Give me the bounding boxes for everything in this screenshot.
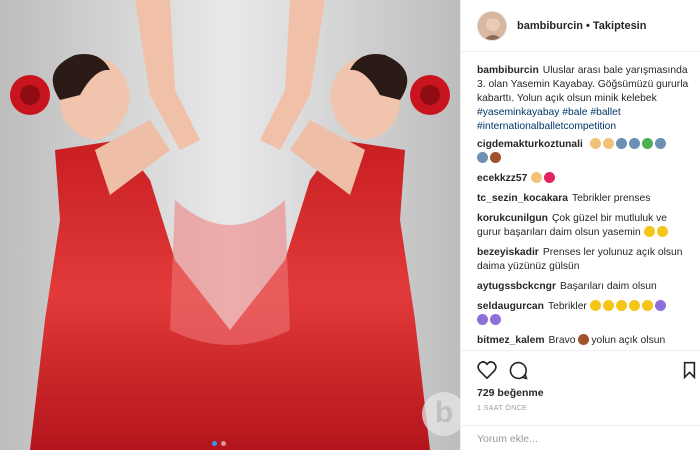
bookmark-icon[interactable] bbox=[683, 361, 696, 379]
comment: korukcunilgun Çok güzel bir mutluluk ve g… bbox=[477, 212, 690, 240]
post-header: bambiburcin • Takiptesin bbox=[461, 0, 700, 52]
emoji-icon bbox=[490, 152, 501, 163]
header-user: bambiburcin • Takiptesin bbox=[517, 20, 646, 32]
carousel-dot[interactable] bbox=[212, 441, 217, 446]
post-panel: bambiburcin • Takiptesin bambiburcin Ulusla… bbox=[460, 0, 700, 450]
emoji-icon bbox=[589, 300, 601, 311]
emoji-icon bbox=[615, 138, 627, 149]
emoji-icon bbox=[654, 300, 666, 311]
caption: bambiburcin Uluslar arası bale yarışmasın… bbox=[477, 64, 690, 134]
caption-username[interactable]: bambiburcin bbox=[477, 65, 539, 76]
add-comment-input[interactable]: Yorum ekle... bbox=[461, 425, 700, 450]
comment-text: Başarıları daim olsun bbox=[559, 281, 657, 292]
comment-icon[interactable] bbox=[509, 361, 528, 380]
likes-count[interactable]: 729 beğenme bbox=[477, 387, 544, 399]
comment: bitmez_kalem Bravo yolun açık olsun bbox=[477, 334, 690, 348]
comment-username[interactable]: ecekkzz57 bbox=[477, 173, 527, 184]
comment-username[interactable]: aytugssbckcngr bbox=[477, 281, 556, 292]
emoji-icon bbox=[641, 300, 653, 311]
comment-text: Tebrikler prenses bbox=[572, 193, 651, 204]
emoji-icon bbox=[490, 314, 501, 325]
emoji-icon bbox=[477, 152, 488, 163]
hashtag[interactable]: #ballet bbox=[590, 107, 620, 118]
comment-username[interactable]: tc_sezin_kocakara bbox=[477, 193, 568, 204]
hashtag[interactable]: #internationalballetcompetition bbox=[477, 121, 616, 132]
avatar[interactable] bbox=[477, 10, 507, 41]
emoji-icon bbox=[602, 300, 614, 311]
emoji-icon bbox=[615, 300, 627, 311]
comment-text: Tebrikler bbox=[547, 301, 587, 312]
separator-dot: • bbox=[586, 19, 590, 32]
heart-emoji-icon bbox=[544, 172, 556, 183]
heart-icon[interactable] bbox=[477, 361, 497, 379]
comment-username[interactable]: cigdemakturkoztunali bbox=[477, 139, 583, 150]
comment: aytugssbckcngr Başarıları daim olsun bbox=[477, 280, 690, 294]
comment: ecekkzz57 bbox=[477, 172, 690, 186]
emoji-icon bbox=[578, 334, 590, 345]
comment-username[interactable]: seldaugurcan bbox=[477, 301, 544, 312]
actions-bar: 729 beğenme 1 SAAT ÖNCE Yorum ekle... bbox=[461, 350, 700, 450]
follow-status[interactable]: Takiptesin bbox=[593, 20, 647, 32]
action-icons bbox=[461, 351, 700, 387]
comment: cigdemakturkoztunali bbox=[477, 138, 690, 166]
emoji-icon bbox=[628, 300, 640, 311]
hashtag[interactable]: #yaseminkayabay bbox=[477, 107, 559, 118]
hashtag[interactable]: #bale bbox=[562, 107, 587, 118]
emoji-icon bbox=[589, 138, 601, 149]
emoji-icon bbox=[602, 138, 614, 149]
emoji-icon bbox=[531, 172, 543, 183]
comment-text-after: yolun açık olsun bbox=[591, 335, 666, 346]
emoji-icon bbox=[656, 226, 668, 237]
header-username[interactable]: bambiburcin bbox=[517, 20, 583, 32]
comment: bezeyiskadir Prenses ler yolunuz açık ols… bbox=[477, 246, 690, 274]
comment-username[interactable]: korukcunilgun bbox=[477, 213, 548, 224]
emoji-icon bbox=[641, 138, 653, 149]
comment: tc_sezin_kocakara Tebrikler prenses bbox=[477, 192, 690, 206]
carousel-dot[interactable] bbox=[221, 441, 226, 446]
post-time[interactable]: 1 SAAT ÖNCE bbox=[477, 405, 527, 412]
emoji-icon bbox=[477, 314, 488, 325]
carousel-dots[interactable] bbox=[212, 441, 226, 446]
emoji-icon bbox=[643, 226, 655, 237]
comment-username[interactable]: bitmez_kalem bbox=[477, 335, 545, 346]
emoji-icon bbox=[628, 138, 640, 149]
comment-text: Bravo bbox=[548, 335, 576, 346]
comments-list[interactable]: bambiburcin Uluslar arası bale yarışmasın… bbox=[461, 52, 700, 350]
post-image[interactable] bbox=[0, 0, 460, 450]
comment: seldaugurcan Tebrikler bbox=[477, 300, 690, 328]
emoji-icon bbox=[654, 138, 666, 149]
comment-username[interactable]: bezeyiskadir bbox=[477, 247, 539, 258]
